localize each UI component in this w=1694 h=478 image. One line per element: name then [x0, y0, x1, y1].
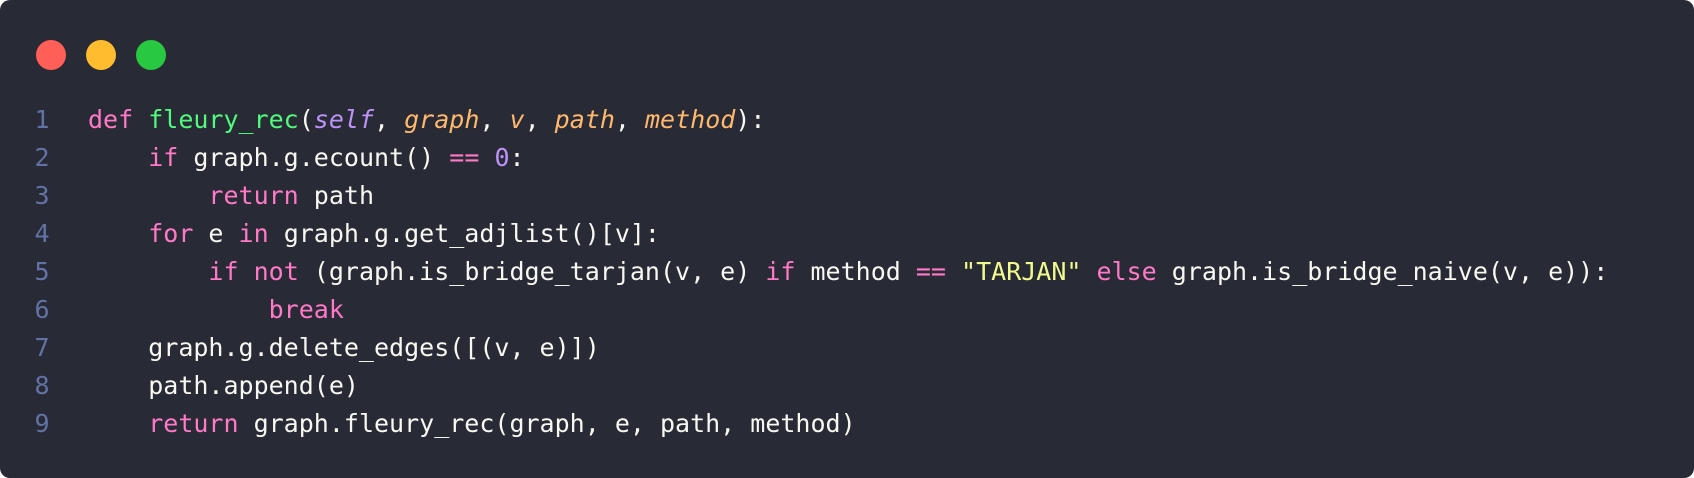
code-token: , — [374, 105, 405, 134]
code-token: graph.is_bridge_naive(v, e)): — [1156, 257, 1609, 286]
close-dot-icon[interactable] — [36, 40, 66, 70]
code-token: if — [148, 143, 179, 172]
line-source: if not (graph.is_bridge_tarjan(v, e) if … — [88, 253, 1608, 291]
code-token: e — [193, 219, 239, 248]
code-token: == — [915, 257, 946, 286]
code-token: graph — [404, 105, 480, 134]
code-token: return — [148, 409, 239, 438]
code-token: ( — [298, 105, 314, 134]
line-source: return path — [88, 177, 374, 215]
code-token: v — [509, 105, 525, 134]
code-token: path.append(e) — [148, 371, 359, 400]
code-token: not — [253, 257, 299, 286]
code-token: : — [509, 143, 525, 172]
code-token: , — [524, 105, 555, 134]
code-line: 7 graph.g.delete_edges([(v, e)]) — [0, 329, 1694, 367]
code-token: path — [554, 105, 615, 134]
code-token: graph.fleury_rec(graph, e, path, method) — [238, 409, 856, 438]
code-token: graph.g.get_adjlist()[v]: — [268, 219, 660, 248]
code-token: ): — [735, 105, 766, 134]
line-number: 2 — [34, 143, 50, 172]
code-token: fleury_rec — [148, 105, 299, 134]
line-source: graph.g.delete_edges([(v, e)]) — [88, 329, 600, 367]
line-number: 9 — [34, 409, 50, 438]
code-token: , — [614, 105, 645, 134]
code-line: 3 return path — [0, 177, 1694, 215]
line-number: 3 — [34, 181, 50, 210]
code-line: 4 for e in graph.g.get_adjlist()[v]: — [0, 215, 1694, 253]
code-line: 2 if graph.g.ecount() == 0: — [0, 139, 1694, 177]
code-token: break — [268, 295, 344, 324]
line-source: if graph.g.ecount() == 0: — [88, 139, 525, 177]
code-block: 1 def fleury_rec(self, graph, v, path, me… — [0, 101, 1694, 443]
code-token: method — [645, 105, 736, 134]
minimize-dot-icon[interactable] — [86, 40, 116, 70]
line-number: 5 — [34, 257, 50, 286]
code-token: in — [238, 219, 269, 248]
code-token: graph.g.delete_edges([(v, e)]) — [148, 333, 600, 362]
line-number: 6 — [34, 295, 50, 324]
code-line: 8 path.append(e) — [0, 367, 1694, 405]
code-token: if — [208, 257, 239, 286]
line-source: return graph.fleury_rec(graph, e, path, … — [88, 405, 856, 443]
line-number: 1 — [34, 105, 50, 134]
code-token: path — [298, 181, 374, 210]
code-line: 1 def fleury_rec(self, graph, v, path, me… — [0, 101, 1694, 139]
code-token: (graph.is_bridge_tarjan(v, e) — [298, 257, 766, 286]
line-source: for e in graph.g.get_adjlist()[v]: — [88, 215, 660, 253]
line-number: 8 — [34, 371, 50, 400]
code-window: 1 def fleury_rec(self, graph, v, path, me… — [0, 0, 1694, 478]
code-line: 9 return graph.fleury_rec(graph, e, path… — [0, 405, 1694, 443]
code-token: self — [313, 105, 375, 134]
line-source: break — [88, 291, 344, 329]
code-token: 0 — [494, 143, 510, 172]
code-token: graph.g.ecount() — [178, 143, 450, 172]
code-token: def — [88, 105, 134, 134]
maximize-dot-icon[interactable] — [136, 40, 166, 70]
code-token: for — [148, 219, 194, 248]
code-token: , — [479, 105, 510, 134]
code-line: 5 if not (graph.is_bridge_tarjan(v, e) i… — [0, 253, 1694, 291]
line-source: path.append(e) — [88, 367, 359, 405]
line-source: def fleury_rec(self, graph, v, path, met… — [88, 101, 765, 139]
line-number: 4 — [34, 219, 50, 248]
line-number: 7 — [34, 333, 50, 362]
window-controls — [36, 40, 166, 70]
code-token: if — [765, 257, 796, 286]
code-token: else — [1096, 257, 1157, 286]
code-line: 6 break — [0, 291, 1694, 329]
code-token: == — [449, 143, 480, 172]
code-token: return — [208, 181, 299, 210]
code-token: method — [795, 257, 916, 286]
code-token: "TARJAN" — [961, 257, 1082, 286]
